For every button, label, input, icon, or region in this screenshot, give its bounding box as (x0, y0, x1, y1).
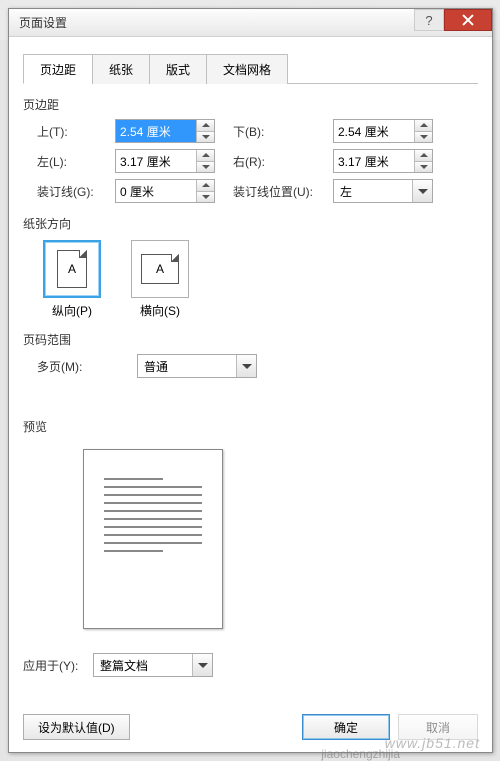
page-setup-dialog: 页面设置 ? 页边距 纸张 版式 文档网格 页边距 上(T): 下(B): (8, 8, 493, 753)
gutter-input[interactable] (116, 180, 196, 202)
chevron-up-icon (202, 183, 210, 187)
top-label: 上(T): (37, 123, 115, 140)
bottom-label: 下(B): (233, 123, 333, 140)
chevron-down-icon (202, 135, 210, 139)
preview-page (83, 449, 223, 629)
gutter-label: 装订线(G): (37, 183, 115, 200)
top-spin-up[interactable] (197, 120, 214, 131)
gutter-pos-dropdown[interactable] (412, 180, 432, 202)
tab-strip: 页边距 纸张 版式 文档网格 (23, 53, 478, 84)
portrait-label: 纵向(P) (43, 302, 101, 319)
preview-group: 预览 (23, 418, 478, 629)
chevron-up-icon (202, 123, 210, 127)
margins-group: 页边距 上(T): 下(B): 左(L): 右(R (23, 96, 478, 203)
apply-value: 整篇文档 (94, 657, 192, 674)
tab-margins[interactable]: 页边距 (23, 54, 93, 84)
multi-value: 普通 (138, 358, 236, 375)
ok-button[interactable]: 确定 (302, 714, 390, 740)
gutter-pos-combo[interactable]: 左 (333, 179, 433, 203)
landscape-icon-frame: A (131, 240, 189, 298)
margins-group-label: 页边距 (23, 96, 478, 113)
gutter-pos-value: 左 (334, 183, 412, 200)
gutter-pos-label: 装订线位置(U): (233, 183, 333, 200)
titlebar[interactable]: 页面设置 ? (9, 9, 492, 37)
tab-layout[interactable]: 版式 (149, 54, 207, 84)
portrait-icon-frame: A (43, 240, 101, 298)
bottom-spin-up[interactable] (415, 120, 432, 131)
landscape-label: 横向(S) (131, 302, 189, 319)
chevron-down-icon (420, 135, 428, 139)
chevron-down-icon (202, 195, 210, 199)
right-spinner[interactable] (333, 149, 433, 173)
orientation-landscape[interactable]: A 横向(S) (131, 240, 189, 319)
left-input[interactable] (116, 150, 196, 172)
help-button[interactable]: ? (414, 9, 444, 31)
bottom-spinner[interactable] (333, 119, 433, 143)
left-label: 左(L): (37, 153, 115, 170)
top-spinner[interactable] (115, 119, 215, 143)
close-button[interactable] (444, 9, 492, 31)
top-input[interactable] (116, 120, 196, 142)
window-title: 页面设置 (19, 14, 67, 31)
pages-group: 页码范围 多页(M): 普通 (23, 331, 478, 378)
multi-combo[interactable]: 普通 (137, 354, 257, 378)
apply-label: 应用于(Y): (23, 657, 93, 674)
tab-grid[interactable]: 文档网格 (206, 54, 288, 84)
gutter-spin-up[interactable] (197, 180, 214, 191)
top-spin-down[interactable] (197, 131, 214, 143)
orientation-portrait[interactable]: A 纵向(P) (43, 240, 101, 319)
left-spin-down[interactable] (197, 161, 214, 173)
set-default-button[interactable]: 设为默认值(D) (23, 714, 130, 740)
multi-dropdown[interactable] (236, 355, 256, 377)
watermark-2: jiaochengzhijia (321, 747, 400, 761)
page-portrait-icon: A (57, 250, 87, 288)
chevron-up-icon (420, 153, 428, 157)
gutter-spinner[interactable] (115, 179, 215, 203)
preview-group-label: 预览 (23, 418, 478, 435)
chevron-down-icon (418, 189, 428, 194)
orientation-group-label: 纸张方向 (23, 215, 478, 232)
right-label: 右(R): (233, 153, 333, 170)
tab-paper[interactable]: 纸张 (92, 54, 150, 84)
gutter-spin-down[interactable] (197, 191, 214, 203)
chevron-down-icon (420, 165, 428, 169)
close-icon (462, 14, 474, 26)
orientation-group: 纸张方向 A 纵向(P) A 横向(S) (23, 215, 478, 319)
chevron-up-icon (202, 153, 210, 157)
right-spin-up[interactable] (415, 150, 432, 161)
page-landscape-icon: A (141, 254, 179, 284)
chevron-down-icon (242, 364, 252, 369)
left-spin-up[interactable] (197, 150, 214, 161)
right-spin-down[interactable] (415, 161, 432, 173)
apply-combo[interactable]: 整篇文档 (93, 653, 213, 677)
apply-dropdown[interactable] (192, 654, 212, 676)
bottom-input[interactable] (334, 120, 414, 142)
left-spinner[interactable] (115, 149, 215, 173)
multi-label: 多页(M): (37, 358, 137, 375)
chevron-down-icon (198, 663, 208, 668)
chevron-down-icon (202, 165, 210, 169)
right-input[interactable] (334, 150, 414, 172)
chevron-up-icon (420, 123, 428, 127)
bottom-spin-down[interactable] (415, 131, 432, 143)
pages-group-label: 页码范围 (23, 331, 478, 348)
